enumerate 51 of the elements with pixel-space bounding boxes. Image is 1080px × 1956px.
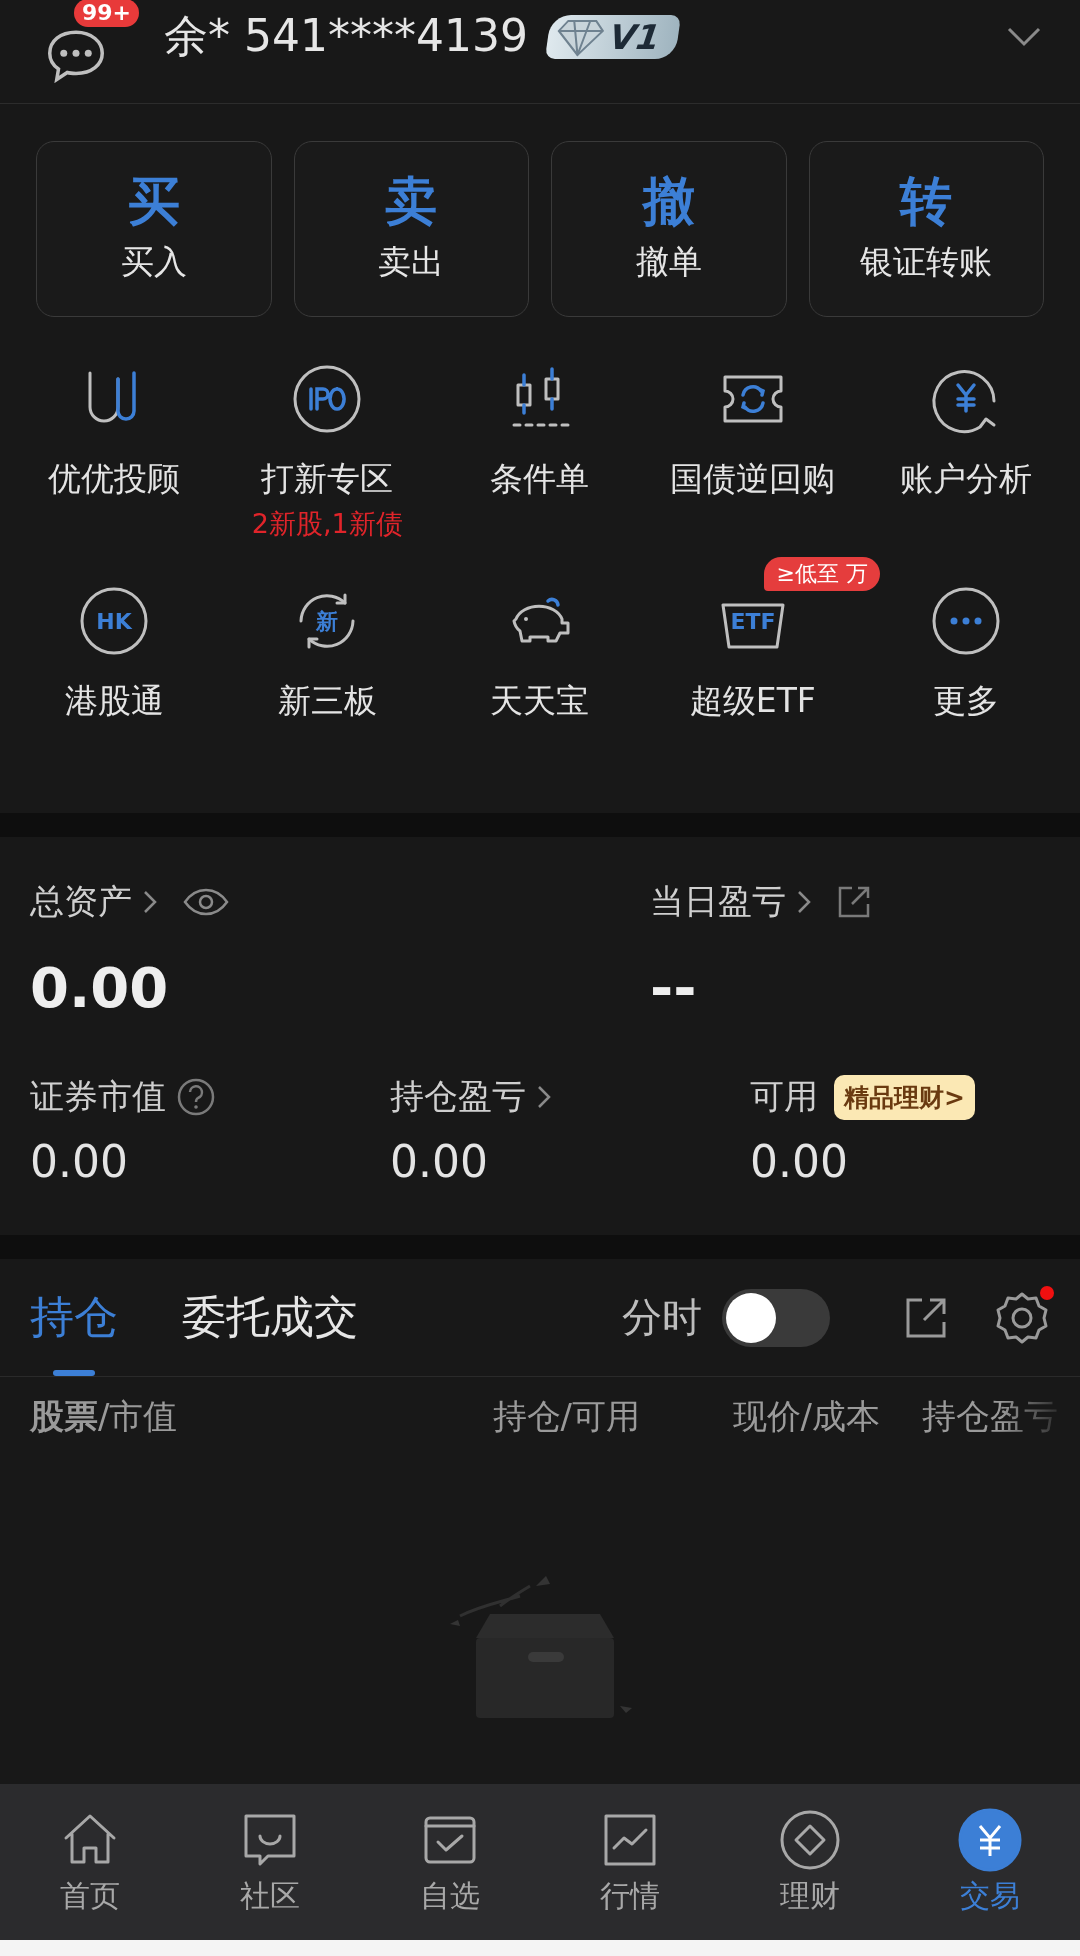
account-name: 余* 541****4139 <box>164 9 528 63</box>
service-label[interactable]: 条件单 <box>490 457 590 502</box>
metric-value: 0.00 <box>750 1136 849 1187</box>
metric-label: 证券市值 <box>30 1075 166 1118</box>
tab[interactable]: 持仓 <box>30 1259 118 1376</box>
service-label[interactable]: 打新专区 <box>261 457 394 502</box>
yen-icon <box>958 1807 1022 1872</box>
service-label[interactable]: 账户分析 <box>899 457 1032 502</box>
timeshare-label: 分时 <box>622 1293 702 1342</box>
help-icon[interactable] <box>176 1077 216 1117</box>
total-assets-value: 0.00 <box>30 955 170 1020</box>
nav-item[interactable]: 首页 <box>0 1784 180 1940</box>
service-label[interactable]: 更多 <box>932 679 999 724</box>
promo-badge[interactable]: 精品理财> <box>834 1074 975 1120</box>
daily-pnl-value: -- <box>650 955 698 1020</box>
chevron-right-icon <box>796 889 812 915</box>
eye-icon[interactable] <box>182 887 230 917</box>
column-header: 持仓盈亏 <box>921 1395 1059 1438</box>
nav-item[interactable]: 自选 <box>360 1784 540 1940</box>
share-icon[interactable] <box>836 884 872 920</box>
service-label[interactable]: 港股通 <box>64 679 164 724</box>
trade-action-button[interactable]: 转 银证转账 <box>808 141 1044 317</box>
chevron-down-icon[interactable] <box>1006 25 1042 48</box>
service-label[interactable]: 优优投顾 <box>48 457 181 502</box>
service-label[interactable]: 天天宝 <box>490 679 590 724</box>
trade-action-button[interactable]: 卖 卖出 <box>293 141 529 317</box>
metric-label: 可用 <box>750 1075 818 1118</box>
service-subtitle: 2新股,1新债 <box>251 507 403 541</box>
daily-pnl-label[interactable]: 当日盈亏 <box>650 879 786 925</box>
chevron-right-icon <box>142 889 158 915</box>
service-label[interactable]: 超级ETF <box>689 679 816 724</box>
tab[interactable]: 委托成交 <box>182 1259 358 1376</box>
column-header: 持仓/可用 <box>491 1395 640 1438</box>
nav-item[interactable]: 理财 <box>720 1784 900 1940</box>
column-header: 股票/市值 <box>30 1395 179 1438</box>
metric-label: 持仓盈亏 <box>390 1075 526 1118</box>
trade-action-button[interactable]: 买 买入 <box>36 141 272 317</box>
promo-tag: ≥低至 万 <box>764 557 880 591</box>
total-assets-label[interactable]: 总资产 <box>30 879 132 925</box>
level-text: V1 <box>607 16 663 57</box>
nav-item[interactable]: 行情 <box>540 1784 720 1940</box>
column-header: 现价/成本 <box>731 1395 880 1438</box>
metric-value: 0.00 <box>30 1136 129 1187</box>
chevron-right-icon <box>536 1084 552 1110</box>
metric-value: 0.00 <box>390 1136 489 1187</box>
service-label[interactable]: 新三板 <box>277 679 377 724</box>
notification-badge: 99+ <box>74 0 140 27</box>
trade-action-button[interactable]: 撤 撤单 <box>551 141 787 317</box>
service-label[interactable]: 国债逆回购 <box>670 457 836 502</box>
nav-item[interactable]: 交易 <box>900 1784 1080 1940</box>
nav-item[interactable]: 社区 <box>180 1784 360 1940</box>
